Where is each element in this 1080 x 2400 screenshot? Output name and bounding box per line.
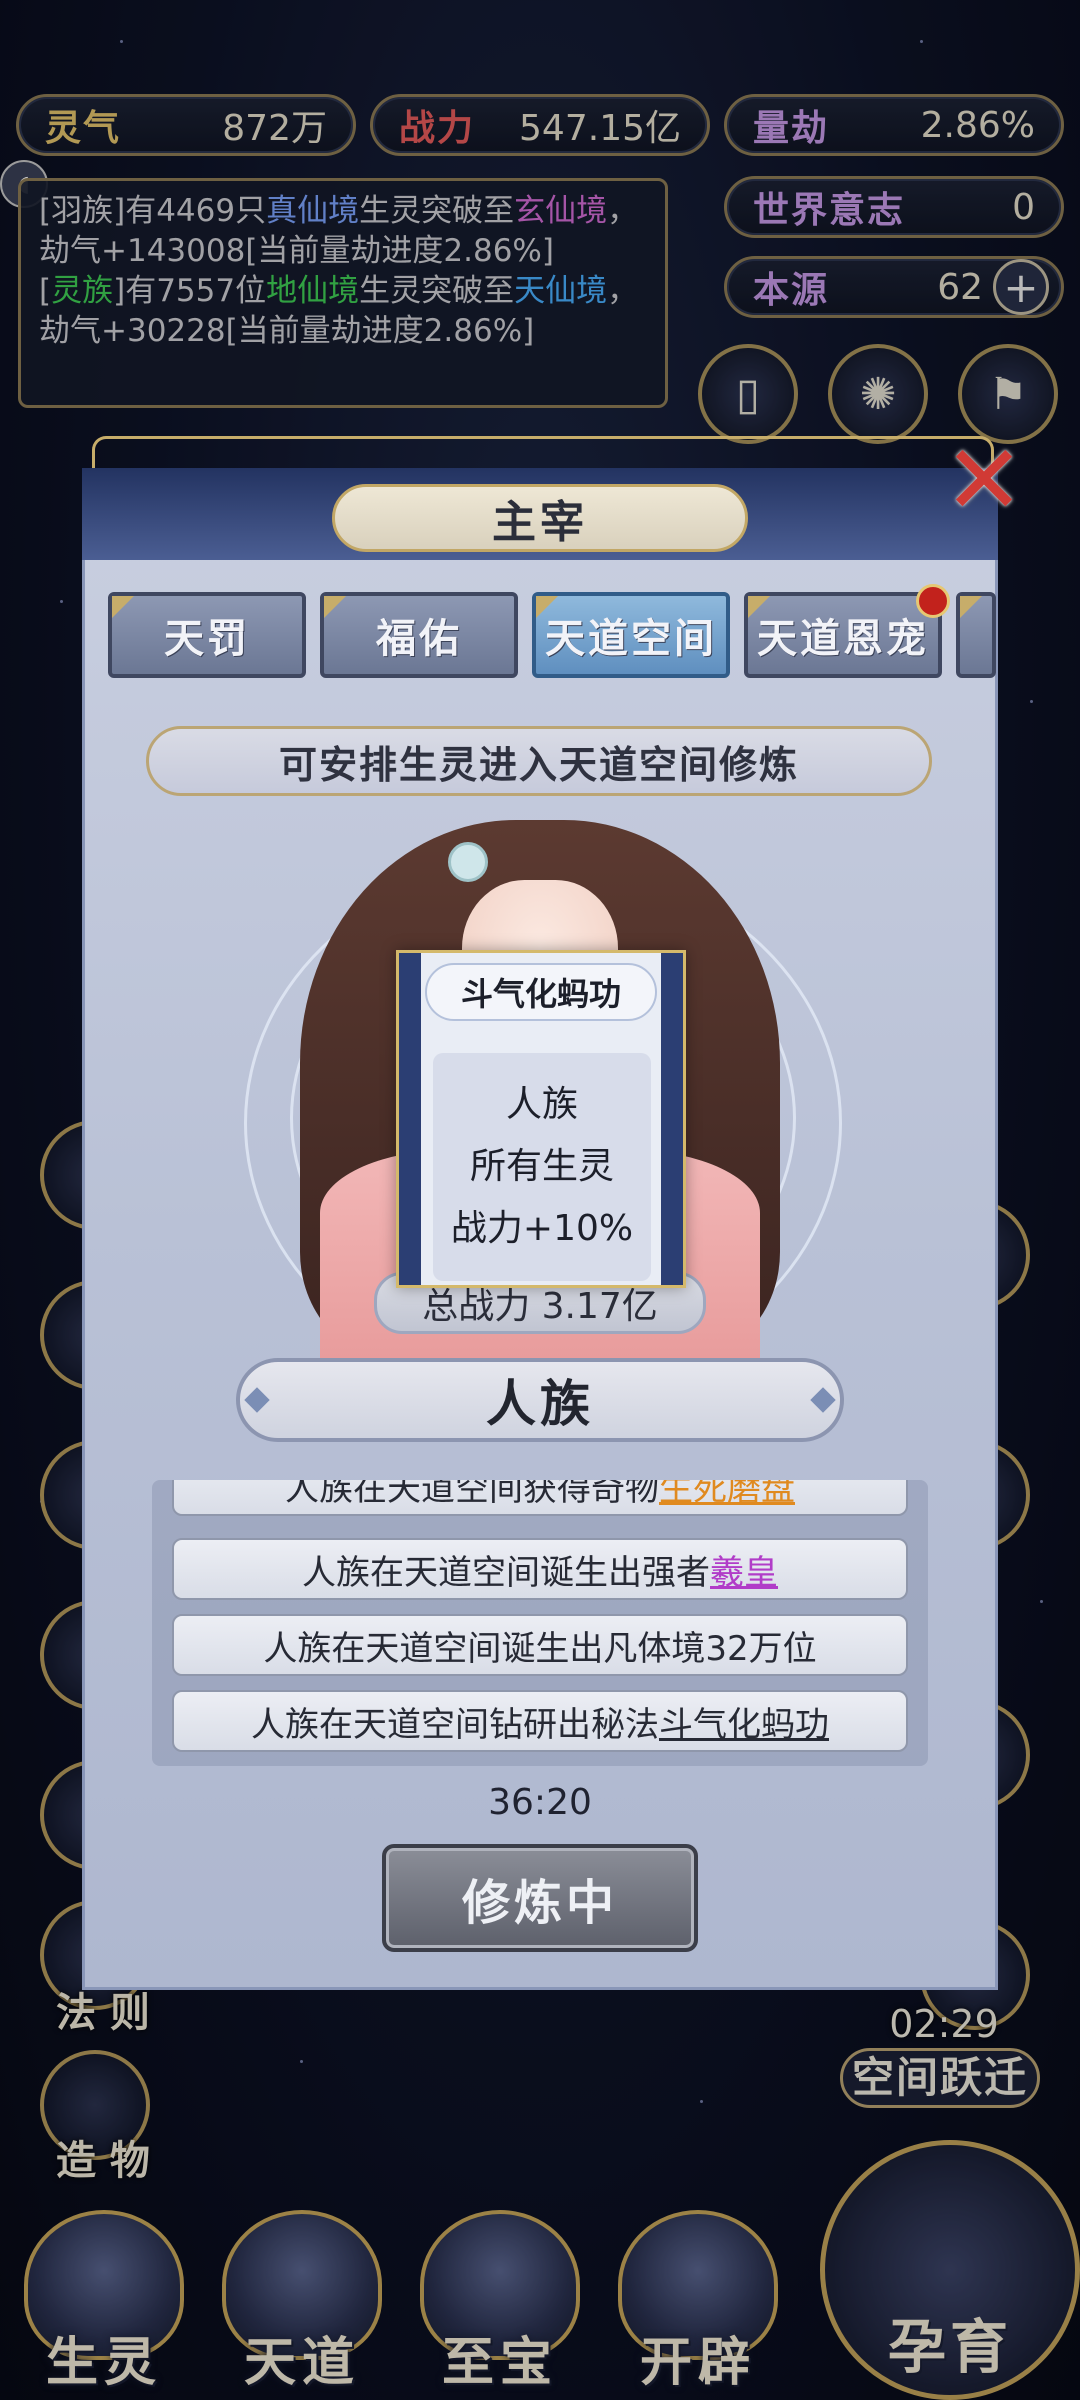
training-button[interactable]: 修炼中: [382, 1844, 698, 1952]
list-item: 人族在天道空间获得奇物 生死磨盘: [172, 1480, 908, 1516]
tab-heaven-space[interactable]: 天道空间: [532, 592, 730, 678]
event-item-link[interactable]: 生死磨盘: [659, 1480, 795, 1510]
tooltip-border: [399, 953, 421, 1285]
tooltip-body: 人族 所有生灵 战力+10%: [433, 1053, 651, 1281]
event-text: 人族在天道空间获得奇物: [285, 1480, 659, 1509]
tab-heaven-favor[interactable]: 天道恩宠: [744, 592, 942, 678]
tooltip-line: 所有生灵: [469, 1146, 614, 1187]
tooltip-line: 战力+10%: [450, 1208, 634, 1249]
tab-blessing[interactable]: 福佑: [320, 592, 518, 678]
tooltip-title: 斗气化蚂功: [425, 963, 657, 1021]
tab-punishment[interactable]: 天罚: [108, 592, 306, 678]
flower-ornament-icon: [448, 842, 488, 882]
tooltip-line: 人族: [505, 1084, 578, 1125]
close-icon[interactable]: ✕: [936, 432, 1032, 528]
tab-more[interactable]: [956, 592, 996, 678]
race-name[interactable]: 人族: [236, 1358, 844, 1442]
list-item: 人族在天道空间诞生出强者 羲皇: [172, 1538, 908, 1600]
info-bar: 可安排生灵进入天道空间修炼: [146, 726, 932, 796]
training-timer: 36:20: [488, 1782, 592, 1823]
event-skill-link[interactable]: 斗气化蚂功: [659, 1697, 829, 1746]
event-text: 人族在天道空间诞生出强者: [302, 1552, 710, 1593]
event-hero-link[interactable]: 羲皇: [710, 1545, 778, 1594]
event-text: 人族在天道空间钻研出秘法: [251, 1704, 659, 1745]
list-item: 人族在天道空间钻研出秘法 斗气化蚂功: [172, 1690, 908, 1752]
skill-tooltip: 斗气化蚂功 人族 所有生灵 战力+10%: [396, 950, 686, 1288]
notification-badge: [916, 584, 950, 618]
event-text: 人族在天道空间诞生出凡体境32万位: [263, 1628, 817, 1669]
tooltip-border: [661, 953, 683, 1285]
dialog-title: 主宰: [332, 484, 748, 552]
events-list[interactable]: 人族在天道空间获得奇物 生死磨盘 人族在天道空间诞生出强者 羲皇 人族在天道空间诞生…: [152, 1480, 928, 1766]
list-item: 人族在天道空间诞生出凡体境32万位: [172, 1614, 908, 1676]
